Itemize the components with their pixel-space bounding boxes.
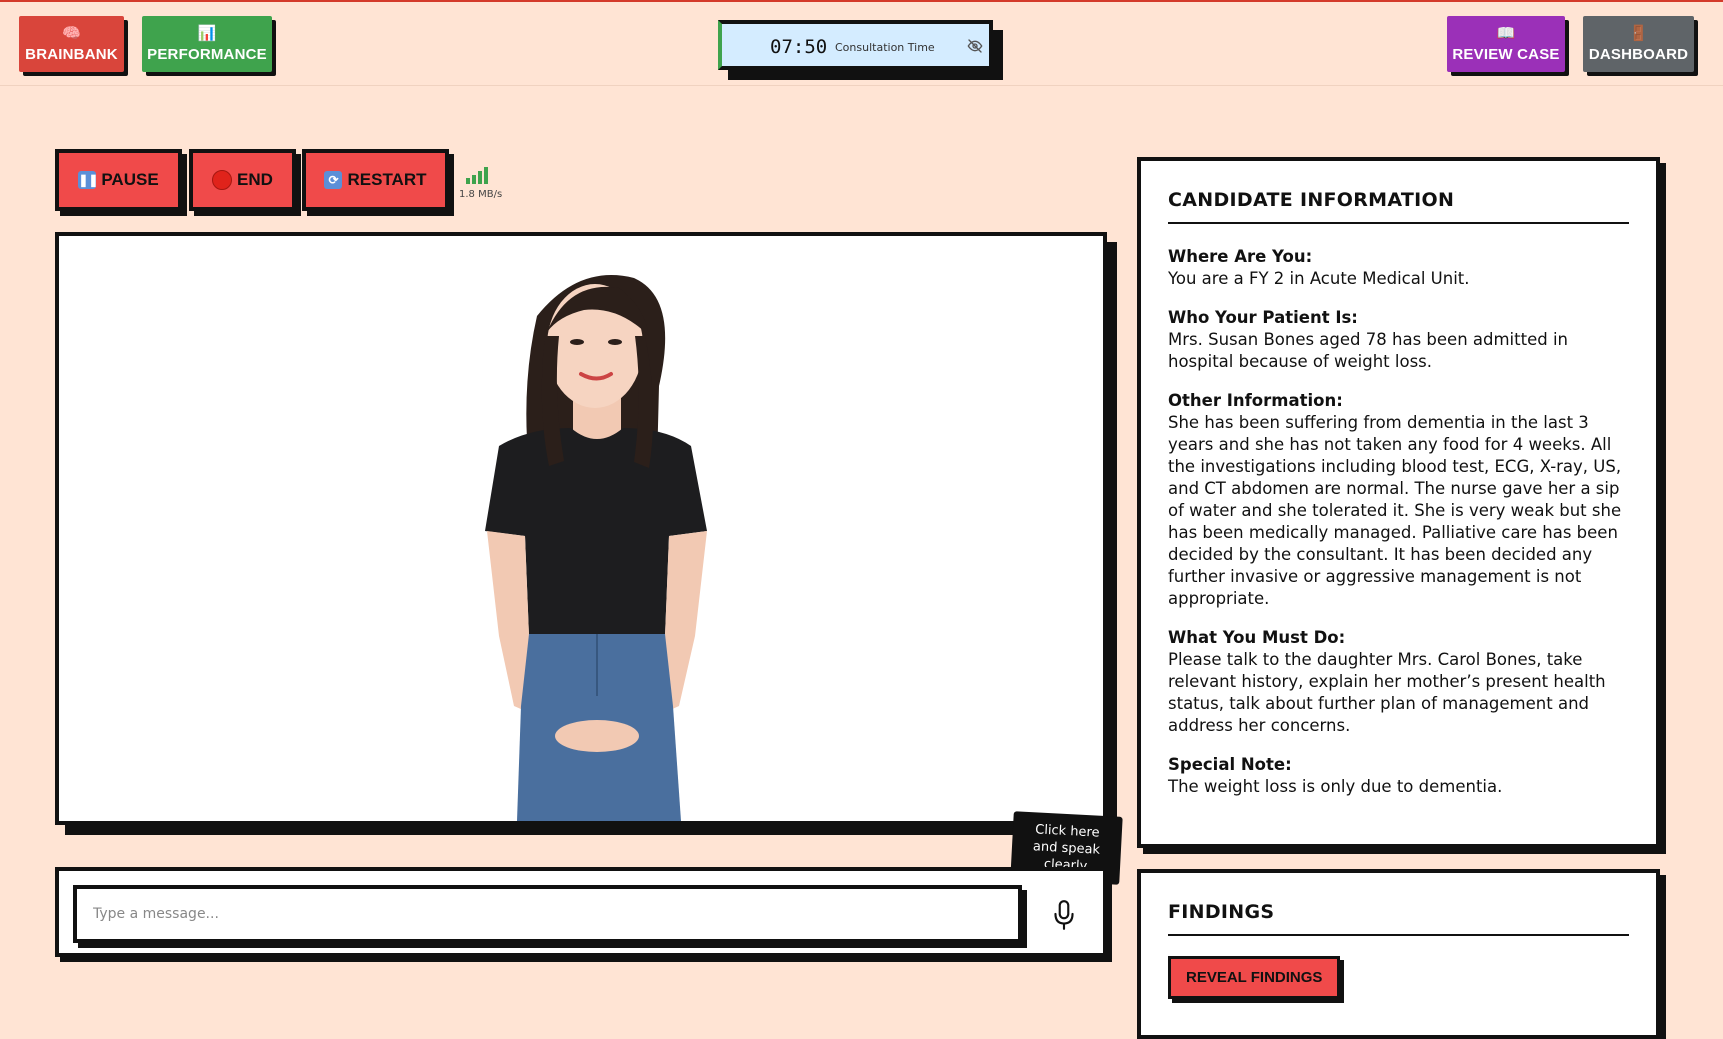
brainbank-label: BRAINBANK [25, 46, 118, 63]
section-special-note: Special Note: The weight loss is only du… [1168, 754, 1629, 798]
section-who-your-patient-is: Who Your Patient Is: Mrs. Susan Bones ag… [1168, 307, 1629, 373]
candidate-information-title: CANDIDATE INFORMATION [1168, 189, 1629, 224]
findings-title: FINDINGS [1168, 901, 1629, 936]
brain-icon: 🧠 [62, 25, 81, 42]
eye-off-icon[interactable] [966, 38, 984, 54]
section-text: She has been suffering from dementia in … [1168, 413, 1622, 608]
section-text: Please talk to the daughter Mrs. Carol B… [1168, 650, 1606, 735]
timer-value: 07:50 [770, 36, 828, 58]
section-text: You are a FY 2 in Acute Medical Unit. [1168, 269, 1470, 288]
pause-icon: ❚❚ [78, 171, 99, 189]
book-icon: 📖 [1496, 25, 1516, 42]
reveal-findings-button[interactable]: REVEAL FINDINGS [1168, 956, 1341, 999]
review-case-button[interactable]: 📖 REVIEW CASE [1447, 16, 1565, 72]
end-button[interactable]: END [189, 149, 296, 211]
brainbank-button[interactable]: 🧠 BRAINBANK [19, 16, 124, 72]
restart-button[interactable]: ⟳ RESTART [302, 149, 449, 211]
top-bar: 🧠 BRAINBANK 📊 PERFORMANCE 07:50 Consulta… [0, 0, 1723, 86]
section-what-you-must-do: What You Must Do: Please talk to the dau… [1168, 627, 1629, 737]
door-icon: 🚪 [1629, 25, 1648, 42]
section-text: The weight loss is only due to dementia. [1168, 777, 1503, 796]
signal-strength-icon [466, 167, 488, 184]
restart-icon: ⟳ [324, 171, 343, 189]
findings-panel: FINDINGS REVEAL FINDINGS [1137, 869, 1660, 1039]
microphone-icon[interactable] [1051, 899, 1077, 931]
section-heading: Other Information: [1168, 391, 1343, 410]
consultation-timer: 07:50 Consultation Time [718, 20, 993, 70]
message-input[interactable] [73, 885, 1022, 943]
section-where-are-you: Where Are You: You are a FY 2 in Acute M… [1168, 246, 1629, 290]
section-heading: Special Note: [1168, 755, 1292, 774]
section-other-information: Other Information: She has been sufferin… [1168, 390, 1629, 610]
dashboard-button[interactable]: 🚪 DASHBOARD [1583, 16, 1694, 72]
review-case-label: REVIEW CASE [1452, 46, 1560, 63]
stop-icon [212, 170, 233, 190]
performance-button[interactable]: 📊 PERFORMANCE [142, 16, 272, 72]
timer-label: Consultation Time [835, 41, 935, 54]
connection-speed: 1.8 MB/s [459, 189, 503, 200]
patient-video [55, 232, 1107, 825]
section-heading: Who Your Patient Is: [1168, 308, 1358, 327]
dashboard-label: DASHBOARD [1588, 46, 1689, 63]
message-composer [55, 867, 1107, 957]
candidate-information-panel: CANDIDATE INFORMATION Where Are You: You… [1137, 157, 1660, 848]
end-label: END [237, 170, 273, 189]
pause-label: PAUSE [101, 170, 159, 189]
performance-label: PERFORMANCE [147, 46, 267, 63]
patient-avatar-image [485, 275, 707, 821]
section-heading: Where Are You: [1168, 247, 1313, 266]
restart-label: RESTART [347, 170, 427, 189]
section-text: Mrs. Susan Bones aged 78 has been admitt… [1168, 330, 1568, 371]
bar-chart-icon: 📊 [197, 25, 217, 42]
pause-button[interactable]: ❚❚ PAUSE [55, 149, 182, 211]
section-heading: What You Must Do: [1168, 628, 1346, 647]
